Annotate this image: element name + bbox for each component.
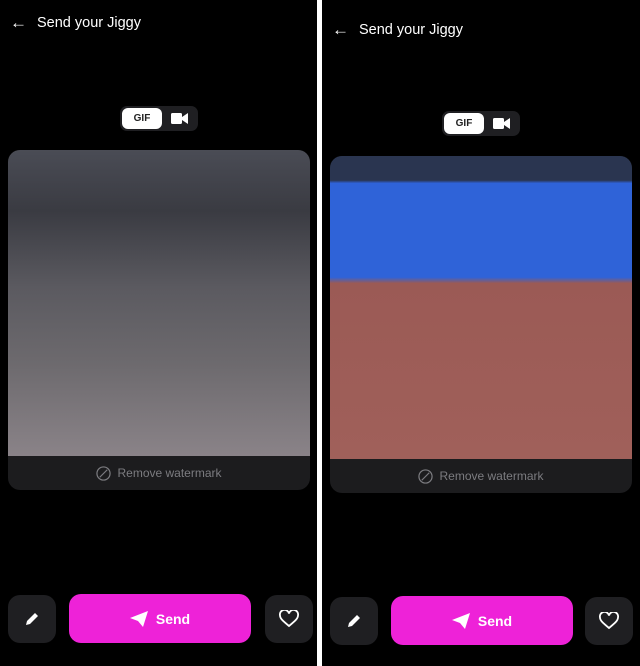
send-button[interactable]: Send (69, 594, 251, 643)
favorite-button[interactable] (585, 597, 633, 645)
video-option[interactable] (484, 118, 518, 129)
header: ← Send your Jiggy (10, 14, 141, 31)
send-button[interactable]: Send (391, 596, 573, 645)
remove-watermark-button[interactable]: Remove watermark (330, 459, 632, 493)
pencil-icon (348, 615, 360, 627)
screen-left: ← Send your Jiggy GIF Remove watermark S… (0, 0, 317, 666)
page-title: Send your Jiggy (37, 14, 141, 31)
back-arrow-icon[interactable]: ← (10, 14, 27, 31)
edit-button[interactable] (330, 597, 378, 645)
format-toggle: GIF (442, 111, 520, 136)
screen-right: ← Send your Jiggy GIF Remove watermark S… (322, 0, 640, 666)
paper-plane-icon (129, 610, 148, 627)
no-watermark-icon (96, 465, 112, 481)
format-toggle: GIF (120, 106, 198, 131)
remove-watermark-button[interactable]: Remove watermark (8, 456, 310, 490)
video-camera-icon (170, 113, 188, 124)
edit-button[interactable] (8, 595, 56, 643)
gif-option[interactable]: GIF (122, 108, 162, 129)
back-arrow-icon[interactable]: ← (332, 21, 349, 38)
video-camera-icon (492, 118, 510, 129)
gif-preview[interactable] (8, 150, 310, 456)
header: ← Send your Jiggy (332, 21, 463, 38)
paper-plane-icon (451, 612, 470, 629)
preview-card: Remove watermark (330, 156, 632, 493)
gif-preview[interactable] (330, 156, 632, 459)
preview-card: Remove watermark (8, 150, 310, 490)
video-option[interactable] (162, 113, 196, 124)
pencil-icon (26, 613, 38, 625)
no-watermark-icon (418, 468, 434, 484)
heart-icon (279, 610, 299, 628)
gif-option[interactable]: GIF (444, 113, 484, 134)
page-title: Send your Jiggy (359, 21, 463, 38)
heart-icon (599, 612, 619, 630)
favorite-button[interactable] (265, 595, 313, 643)
